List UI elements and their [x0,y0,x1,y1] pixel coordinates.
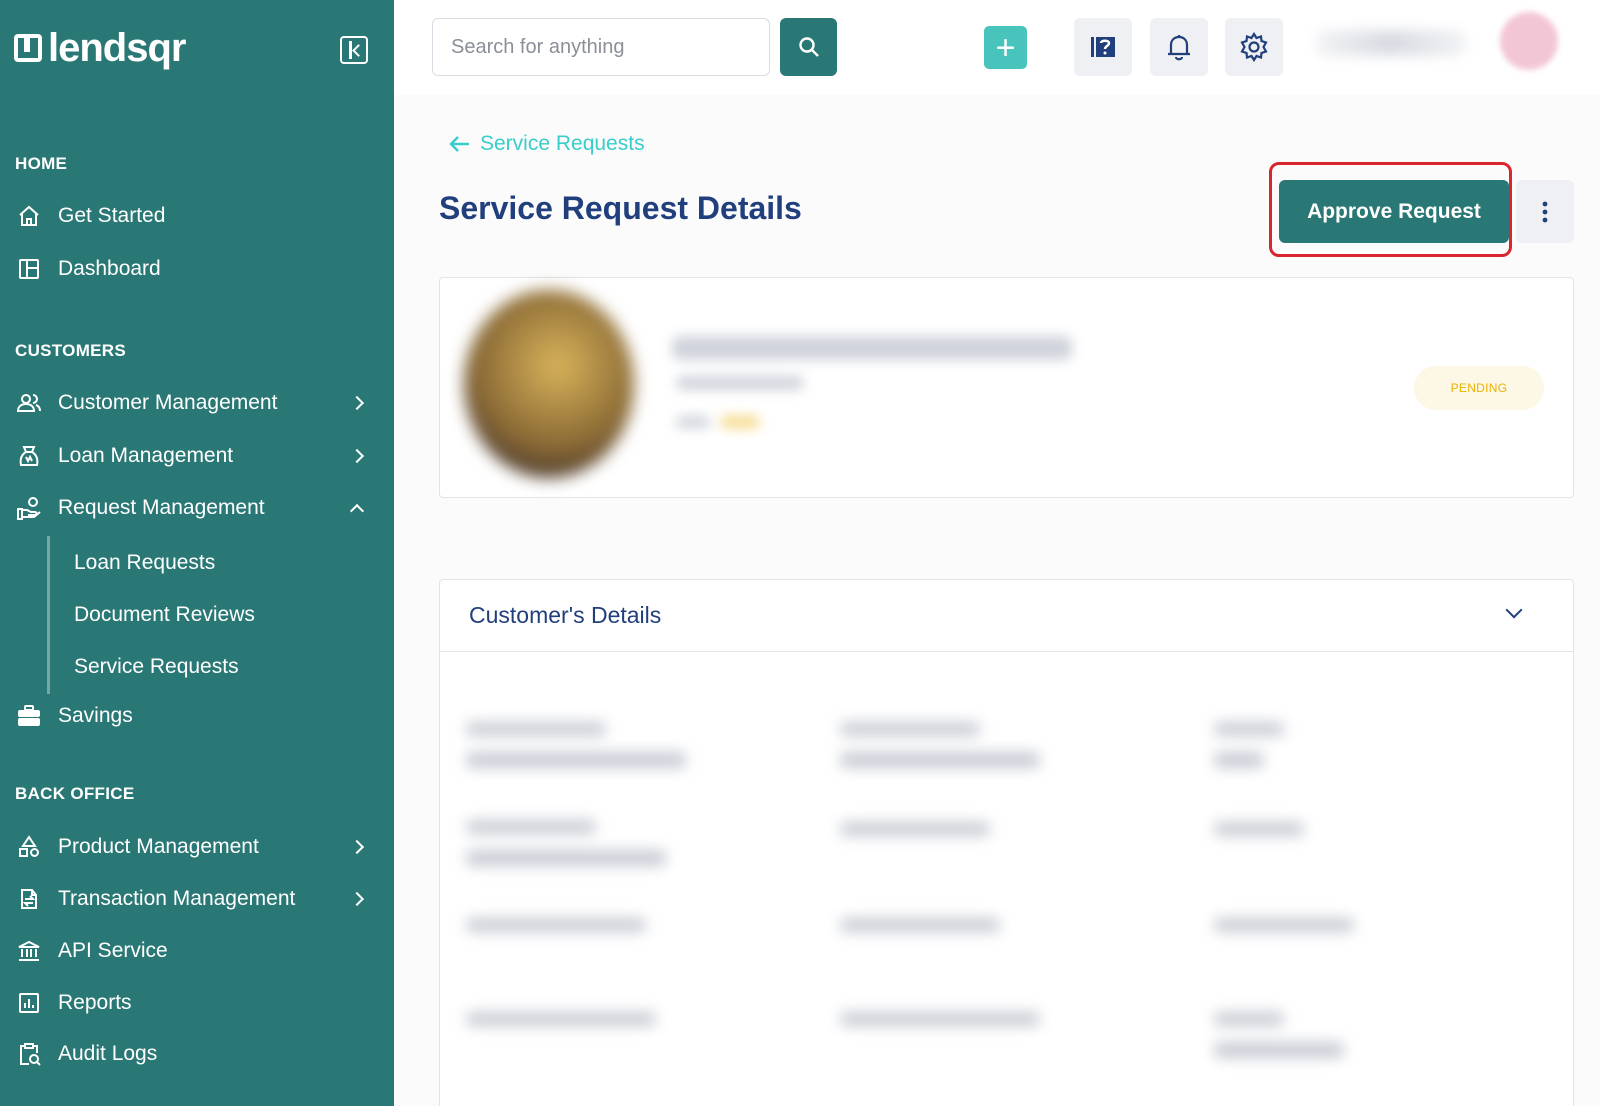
chevron-right-icon [349,448,365,464]
section-title-customers: CUSTOMERS [15,341,127,360]
detail-field-redacted [466,1012,656,1026]
hand-coin-icon [15,494,43,522]
sidebar-item-reports[interactable]: Reports [0,981,394,1025]
home-icon [15,202,43,230]
detail-field-redacted [1214,822,1304,836]
chevron-right-icon [349,891,365,907]
back-link-label: Service Requests [480,132,645,155]
gear-icon [1240,32,1268,62]
section-title-back-office: BACK OFFICE [15,784,135,803]
sidebar-item-customer-management[interactable]: Customer Management [0,381,394,425]
customer-id-redacted [676,376,804,390]
user-name-redacted [1316,30,1466,56]
arrow-left-icon [449,136,469,152]
logo-mark-icon [14,34,42,62]
sidebar-item-savings[interactable]: Savings [0,694,394,738]
help-book-icon [1091,37,1115,57]
sidebar-item-label: API Service [58,939,168,962]
chevron-right-icon [349,395,365,411]
help-docs-button[interactable] [1074,18,1132,76]
chevron-right-icon [349,839,365,855]
search-icon [798,37,819,57]
detail-field-redacted [840,918,1000,932]
sidebar-item-product-management[interactable]: Product Management [0,825,394,869]
brand-name: lendsqr [48,26,186,70]
section-title-home: HOME [15,154,68,173]
brand-logo[interactable]: lendsqr [14,26,186,70]
search-button[interactable] [780,18,837,76]
sidebar-item-api-service[interactable]: API Service [0,929,394,973]
sidebar-item-label: Savings [58,704,133,727]
sidebar-item-transaction-management[interactable]: Transaction Management [0,877,394,921]
sidebar-item-label: Transaction Management [58,887,296,910]
back-to-service-requests-link[interactable]: Service Requests [448,132,645,156]
customer-details-card [439,579,1574,1106]
sidebar-item-label: Loan Management [58,444,234,467]
avatar[interactable] [1500,12,1558,70]
detail-field-redacted [840,822,990,836]
sidebar: lendsqr HOME Get Started Dashboard CUSTO… [0,0,394,1106]
shapes-icon [15,833,43,861]
detail-field-redacted [840,1012,1040,1026]
detail-field-redacted [466,820,596,834]
kebab-menu-icon [1542,201,1548,222]
search-input[interactable] [432,18,770,76]
customer-details-header[interactable]: Customer's Details [439,580,1574,652]
detail-value-redacted [466,850,666,866]
detail-field-redacted [466,722,606,736]
sidebar-item-request-management[interactable]: Request Management [0,486,394,530]
detail-field-redacted [1214,1012,1284,1026]
rating-stars-redacted [720,416,760,428]
sidebar-subitem-loan-requests[interactable]: Loan Requests [74,551,215,575]
loan-bag-icon [15,442,43,470]
sidebar-item-loan-management[interactable]: Loan Management [0,434,394,478]
sidebar-item-label: Reports [58,991,132,1014]
detail-field-redacted [466,918,646,932]
bank-icon [15,937,43,965]
sidebar-item-get-started[interactable]: Get Started [0,194,394,238]
chevron-up-icon [349,503,365,519]
detail-value-redacted [1214,1042,1344,1058]
tier-label-redacted [676,416,710,428]
more-options-button[interactable] [1516,180,1574,243]
customer-summary-card [439,277,1574,498]
detail-field-redacted [840,722,980,736]
detail-value-redacted [466,752,686,768]
detail-field-redacted [1214,918,1354,932]
users-icon [15,389,43,417]
status-badge: PENDING [1414,366,1544,410]
add-button[interactable]: + [984,26,1027,69]
settings-button[interactable] [1225,18,1283,76]
sidebar-item-label: Product Management [58,835,259,858]
collapse-sidebar-icon[interactable] [340,36,368,64]
detail-value-redacted [840,752,1040,768]
customer-details-title: Customer's Details [469,602,662,628]
sidebar-item-audit-logs[interactable]: Audit Logs [0,1032,394,1076]
approve-request-button[interactable]: Approve Request [1279,180,1509,243]
sidebar-item-dashboard[interactable]: Dashboard [0,247,394,291]
briefcase-icon [15,702,43,730]
transaction-icon [15,885,43,913]
clipboard-search-icon [15,1040,43,1068]
bell-icon [1168,35,1190,61]
sidebar-item-label: Request Management [58,496,265,519]
profile-photo [464,290,634,478]
sidebar-item-label: Audit Logs [58,1042,158,1065]
sidebar-subitem-service-requests[interactable]: Service Requests [74,655,239,679]
notifications-button[interactable] [1150,18,1208,76]
sidebar-item-label: Customer Management [58,391,278,414]
sidebar-item-label: Get Started [58,204,166,227]
report-chart-icon [15,989,43,1017]
dashboard-icon [15,255,43,283]
submenu-divider [47,536,50,694]
sidebar-item-label: Dashboard [58,257,161,280]
chevron-down-icon[interactable] [1505,601,1523,619]
detail-field-redacted [1214,722,1284,736]
detail-value-redacted [1214,752,1264,768]
page-title: Service Request Details [439,190,802,226]
sidebar-subitem-document-reviews[interactable]: Document Reviews [74,603,255,627]
customer-name-redacted [672,336,1072,360]
